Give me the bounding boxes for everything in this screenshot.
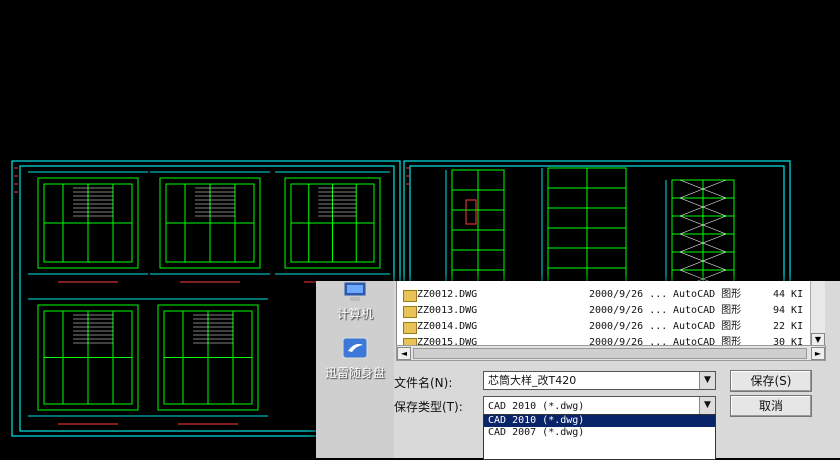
scroll-thumb[interactable]	[413, 348, 807, 359]
file-row[interactable]: ZZ0013.DWG 2000/9/26 ... AutoCAD 图形 94 K…	[397, 303, 811, 319]
floor-plan	[275, 171, 390, 283]
filename-input[interactable]: 芯筒大样_改T420 ▼	[483, 371, 716, 390]
place-computer[interactable]: 计算机	[316, 281, 394, 322]
computer-icon	[343, 281, 367, 301]
chevron-down-icon[interactable]: ▼	[699, 372, 715, 389]
place-thunder-drive[interactable]: 迅雷随身盘	[316, 336, 394, 381]
dwg-file-icon	[403, 290, 417, 302]
filetype-option[interactable]: CAD 2007 (*.dwg)	[484, 427, 715, 439]
place-label: 计算机	[336, 307, 373, 321]
horizontal-scrollbar[interactable]: ◄ ►	[396, 345, 826, 361]
save-button[interactable]: 保存(S)	[730, 370, 812, 392]
filetype-label: 保存类型(T):	[394, 400, 463, 414]
filename-label: 文件名(N):	[394, 376, 453, 390]
floor-plan	[28, 298, 148, 425]
file-row[interactable]: ZZ0014.DWG 2000/9/26 ... AutoCAD 图形 22 K…	[397, 319, 811, 335]
vertical-scrollbar[interactable]: ▼	[810, 281, 825, 346]
scroll-right-icon[interactable]: ►	[811, 347, 825, 360]
chevron-down-icon[interactable]: ▼	[699, 397, 715, 414]
floor-plan	[150, 171, 270, 283]
dwg-file-icon	[403, 306, 417, 318]
places-bar: 计算机 迅雷随身盘	[316, 281, 394, 458]
file-list: ZZ0012.DWG 2000/9/26 ... AutoCAD 图形 44 K…	[396, 281, 812, 346]
place-label: 迅雷随身盘	[324, 366, 385, 380]
cancel-button[interactable]: 取消	[730, 395, 812, 417]
dwg-file-icon	[403, 322, 417, 334]
thunder-drive-icon	[342, 337, 368, 359]
scroll-left-icon[interactable]: ◄	[397, 347, 411, 360]
elevation-drawing	[445, 169, 505, 291]
filetype-option[interactable]: CAD 2010 (*.dwg)	[484, 415, 715, 427]
elevation-drawings	[445, 167, 735, 291]
filetype-dropdown-list: CAD 2010 (*.dwg) CAD 2007 (*.dwg)	[483, 414, 716, 460]
filetype-select[interactable]: CAD 2010 (*.dwg) ▼	[483, 396, 716, 415]
floor-plan	[148, 298, 268, 425]
save-as-dialog: 计算机 迅雷随身盘 ZZ0012.DWG 2000/9/26 ... AutoC…	[316, 281, 840, 460]
elevation-drawing	[541, 167, 627, 289]
file-row[interactable]: ZZ0012.DWG 2000/9/26 ... AutoCAD 图形 44 K…	[397, 287, 811, 303]
elevation-drawing	[665, 179, 735, 289]
floor-plan	[28, 171, 148, 283]
